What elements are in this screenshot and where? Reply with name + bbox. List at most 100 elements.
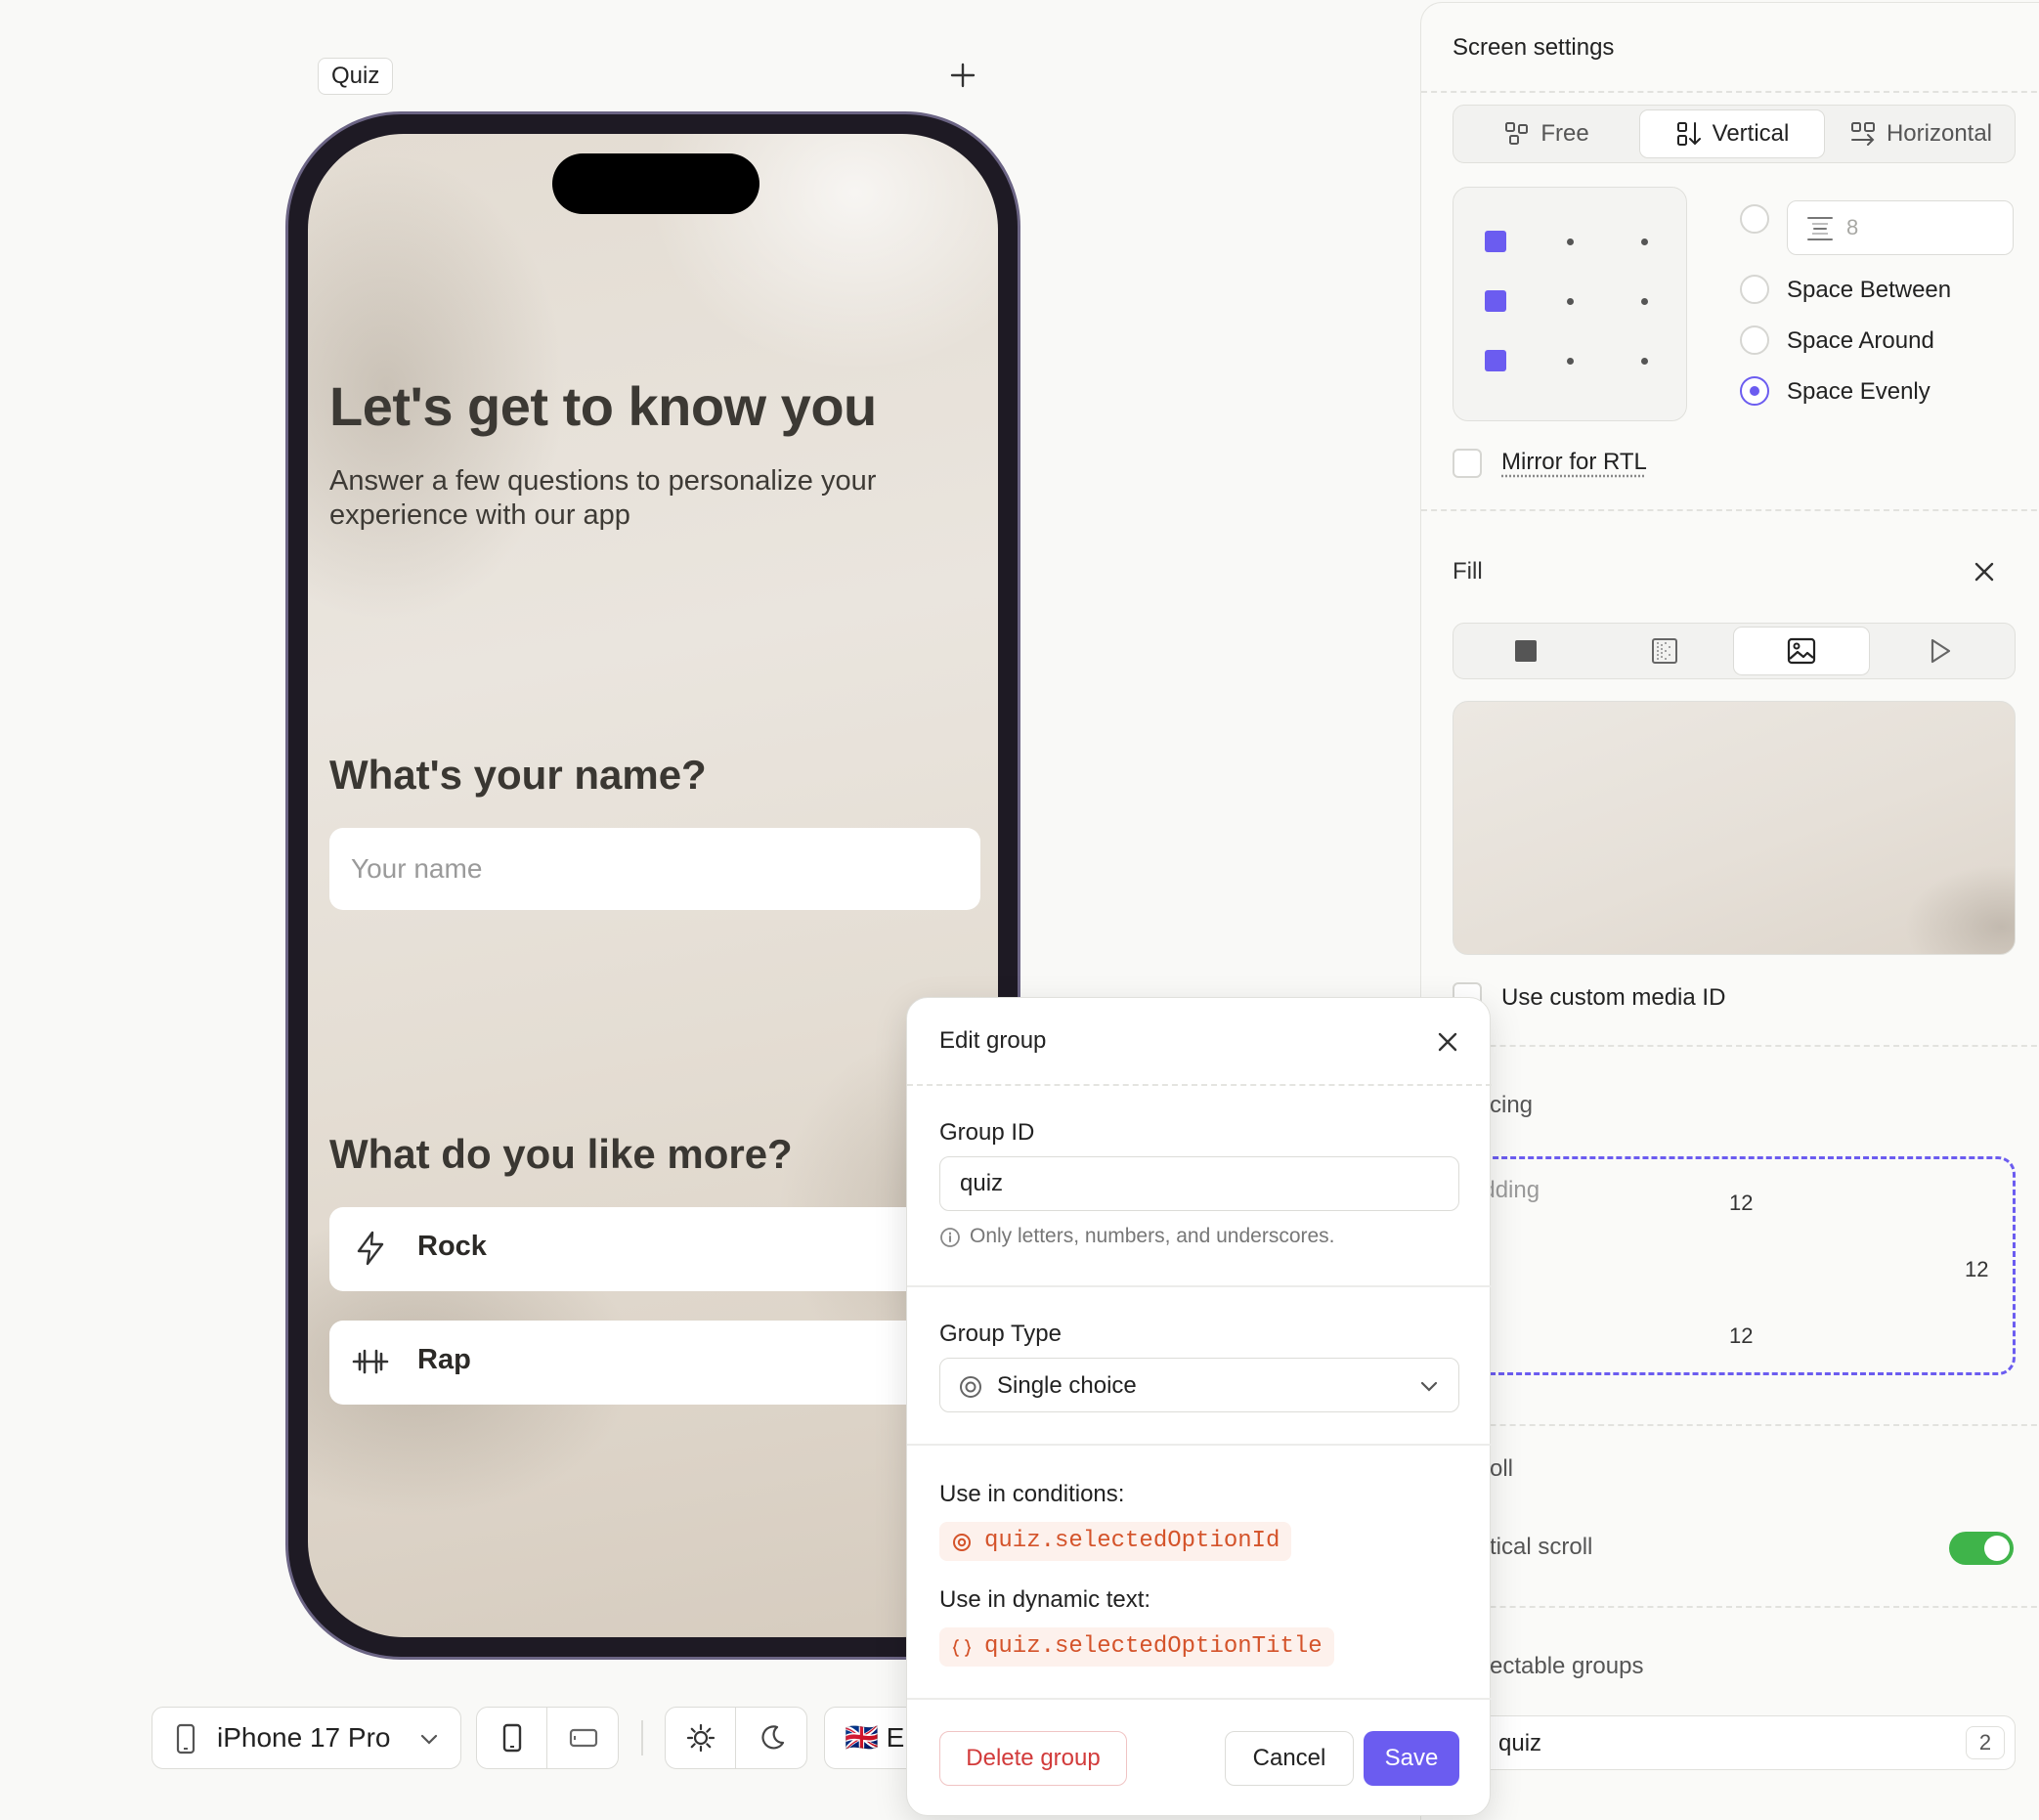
screen-tab-quiz[interactable]: Quiz: [318, 58, 394, 95]
braces-icon: [952, 1639, 972, 1657]
video-fill-button[interactable]: [1872, 627, 2009, 675]
phone-screen[interactable]: Let's get to know you Answer a few quest…: [308, 134, 998, 1637]
lightning-icon: [357, 1231, 384, 1266]
fill-image-preview[interactable]: [1453, 701, 2016, 955]
option-rap[interactable]: Rap: [329, 1321, 998, 1405]
name-input[interactable]: [329, 828, 980, 910]
selectable-groups-title: ectable groups: [1490, 1653, 1644, 1679]
divider: [907, 1444, 1492, 1446]
padding-bottom-value[interactable]: 12: [1729, 1323, 1753, 1349]
radio-space-around[interactable]: [1740, 325, 1769, 355]
group-name: quiz: [1498, 1730, 1542, 1756]
gap-input[interactable]: 8: [1787, 200, 2014, 255]
group-count: 2: [1966, 1726, 2005, 1759]
group-row-quiz[interactable]: quiz 2: [1449, 1715, 2016, 1770]
align-middle-center[interactable]: [1559, 290, 1581, 312]
conditions-label: Use in conditions:: [939, 1481, 1125, 1507]
landscape-icon: [569, 1728, 598, 1748]
device-select[interactable]: iPhone 17 Pro: [152, 1707, 461, 1769]
screen-settings-panel: Screen settings Free Vertical Horizontal…: [1420, 2, 2039, 1820]
vertical-scroll-toggle[interactable]: [1949, 1532, 2014, 1565]
align-top-left[interactable]: [1485, 231, 1506, 252]
light-theme-button[interactable]: [666, 1708, 736, 1768]
padding-right-value[interactable]: 12: [1965, 1257, 1988, 1282]
spacing-title: cing: [1490, 1092, 1534, 1118]
image-fill-icon: [1787, 637, 1816, 665]
phone-device-icon: [176, 1723, 195, 1755]
layout-mode-segmented: Free Vertical Horizontal: [1453, 105, 2016, 163]
padding-top-value[interactable]: 12: [1729, 1191, 1753, 1216]
add-screen-icon[interactable]: [948, 61, 977, 90]
dialog-title: Edit group: [939, 1027, 1047, 1054]
close-icon[interactable]: [1435, 1029, 1460, 1055]
image-fill-button[interactable]: [1733, 627, 1870, 675]
chevron-down-icon: [420, 1734, 438, 1745]
align-middle-right[interactable]: [1633, 290, 1655, 312]
target-icon: [953, 1534, 971, 1551]
layout-vertical-label: Vertical: [1712, 120, 1790, 147]
option-label: Rock: [417, 1231, 487, 1262]
divider: [1421, 1424, 2039, 1426]
conditions-code-chip[interactable]: quiz.selectedOptionId: [939, 1522, 1292, 1561]
sun-icon: [686, 1723, 715, 1753]
group-type-select[interactable]: Single choice: [939, 1358, 1459, 1412]
free-layout-icon: [1505, 122, 1529, 145]
fill-type-segmented: [1453, 623, 2016, 679]
align-bottom-center[interactable]: [1559, 350, 1581, 371]
gap-radio[interactable]: [1740, 204, 1769, 234]
mirror-rtl-checkbox[interactable]: [1453, 449, 1482, 478]
delete-group-button[interactable]: Delete group: [939, 1731, 1127, 1786]
align-middle-left[interactable]: [1485, 290, 1506, 312]
landscape-button[interactable]: [548, 1708, 619, 1768]
dynamic-text-label: Use in dynamic text:: [939, 1586, 1151, 1613]
radio-space-evenly[interactable]: [1740, 376, 1769, 406]
layout-horizontal-button[interactable]: Horizontal: [1829, 109, 2013, 158]
align-bottom-right[interactable]: [1633, 350, 1655, 371]
dynamic-text-code-chip[interactable]: quiz.selectedOptionTitle: [939, 1627, 1334, 1667]
layout-horizontal-label: Horizontal: [1886, 120, 1993, 147]
panel-title: Screen settings: [1453, 34, 1615, 61]
device-label: iPhone 17 Pro: [217, 1722, 391, 1753]
portrait-button[interactable]: [477, 1708, 547, 1768]
align-top-center[interactable]: [1559, 231, 1581, 252]
layout-free-button[interactable]: Free: [1457, 109, 1635, 158]
group-id-input[interactable]: [939, 1156, 1459, 1211]
dynamic-island: [552, 153, 759, 214]
info-icon: [940, 1228, 960, 1247]
dark-theme-button[interactable]: [737, 1708, 807, 1768]
group-id-label: Group ID: [939, 1119, 1035, 1146]
group-id-hint: Only letters, numbers, and underscores.: [970, 1225, 1335, 1247]
portrait-icon: [502, 1723, 521, 1753]
align-bottom-left[interactable]: [1485, 350, 1506, 371]
toolbar-divider: [641, 1720, 643, 1755]
solid-fill-button[interactable]: [1457, 627, 1594, 675]
dumbbell-icon: [352, 1349, 389, 1374]
hero-subtitle[interactable]: Answer a few questions to personalize yo…: [329, 464, 955, 533]
dynamic-text-code: quiz.selectedOptionTitle: [984, 1633, 1323, 1660]
mirror-rtl-label[interactable]: Mirror for RTL: [1501, 449, 1647, 476]
radio-space-between[interactable]: [1740, 275, 1769, 304]
gap-icon: [1807, 217, 1833, 240]
gradient-fill-button[interactable]: [1596, 627, 1733, 675]
divider: [1421, 509, 2039, 511]
hero-title[interactable]: Let's get to know you: [329, 374, 877, 438]
close-icon[interactable]: [1971, 558, 1998, 585]
video-fill-icon: [1931, 638, 1951, 664]
vertical-scroll-label: tical scroll: [1490, 1534, 1593, 1560]
option-label: Rap: [417, 1344, 471, 1375]
gradient-fill-icon: [1652, 638, 1677, 664]
align-top-right[interactable]: [1633, 231, 1655, 252]
gap-value: 8: [1846, 215, 1859, 239]
name-question[interactable]: What's your name?: [329, 752, 707, 799]
horizontal-layout-icon: [1850, 122, 1875, 146]
like-question[interactable]: What do you like more?: [329, 1131, 793, 1178]
scroll-title: oll: [1490, 1455, 1514, 1482]
padding-editor[interactable]: adding 12 2 12 12: [1449, 1156, 2016, 1375]
save-button[interactable]: Save: [1364, 1731, 1459, 1786]
option-rock[interactable]: Rock: [329, 1207, 998, 1291]
solid-fill-icon: [1515, 640, 1537, 662]
custom-media-label[interactable]: Use custom media ID: [1501, 984, 1725, 1012]
layout-vertical-button[interactable]: Vertical: [1639, 109, 1825, 158]
orientation-toggle: [476, 1707, 619, 1769]
cancel-button[interactable]: Cancel: [1225, 1731, 1354, 1786]
